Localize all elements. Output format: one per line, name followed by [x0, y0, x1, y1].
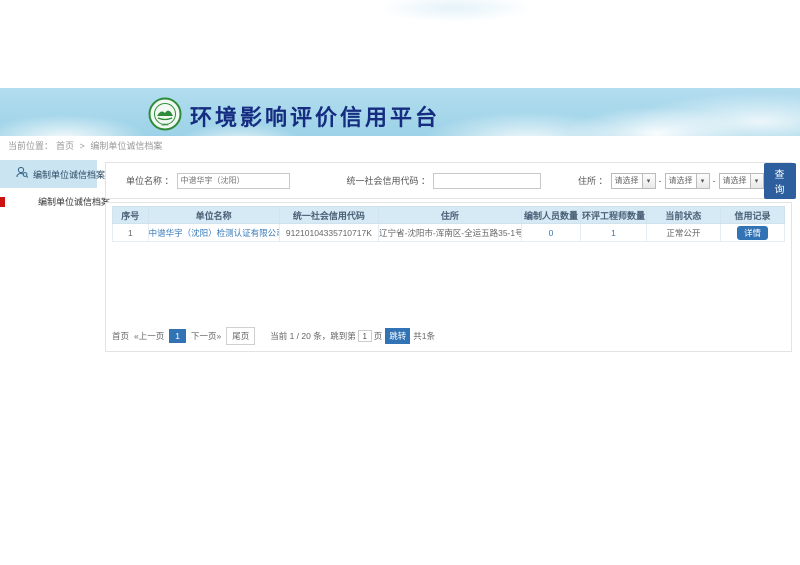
results-table: 序号 单位名称 统一社会信用代码 住所 编制人员数量 环评工程师数量 当前状态 …: [112, 206, 785, 242]
sidebar-item-archives[interactable]: 编制单位诚信档案: [0, 188, 97, 215]
page-prev-button[interactable]: «上一页: [134, 330, 164, 342]
chevron-down-icon: ▾: [696, 174, 709, 188]
sidebar-section-label: 编制单位诚信档案: [33, 168, 105, 181]
page-next-button[interactable]: 下一页»: [191, 330, 221, 342]
person-search-icon: [16, 165, 28, 183]
breadcrumb-current: 编制单位诚信档案: [90, 141, 162, 151]
cell-address: 辽宁省-沈阳市-浑南区-全运五路35-1号楼902: [379, 224, 521, 242]
page-last-button[interactable]: 尾页: [226, 327, 255, 345]
page-current: 1: [169, 329, 186, 343]
col-staff-count: 编制人员数量: [521, 207, 581, 224]
province-select[interactable]: 请选择 ▾: [611, 173, 656, 189]
address-dash: -: [659, 176, 662, 186]
sidebar-item-label: 编制单位诚信档案: [38, 195, 110, 208]
top-whitespace: [0, 0, 800, 88]
city-select[interactable]: 请选择 ▾: [665, 173, 710, 189]
page-title: 环境影响评价信用平台: [190, 100, 440, 132]
address-label: 住所 ：: [578, 174, 608, 187]
credit-code-label: 统一社会信用代码 ：: [347, 174, 431, 187]
col-credit-code: 统一社会信用代码: [279, 207, 378, 224]
breadcrumb: 当前位置：首页 > 编制单位诚信档案: [8, 139, 165, 152]
city-select-value: 请选择: [666, 175, 696, 186]
total-count-label: 共1条: [413, 330, 435, 342]
cell-index: 1: [113, 224, 149, 242]
page-first-button[interactable]: 首页: [112, 330, 129, 342]
filter-panel: 单位名称 ： 统一社会信用代码 ： 住所 ： 请选择 ▾ - 请选择 ▾ - 请…: [105, 162, 792, 199]
district-select-value: 请选择: [720, 175, 750, 186]
engineer-count-link[interactable]: 1: [611, 228, 616, 238]
results-panel: 序号 单位名称 统一社会信用代码 住所 编制人员数量 环评工程师数量 当前状态 …: [105, 202, 792, 352]
page-go-button[interactable]: 跳转: [385, 328, 410, 344]
unit-name-link[interactable]: 中谱华宇（沈阳）检测认证有限公司: [149, 228, 280, 238]
page-jump-input[interactable]: [358, 330, 372, 342]
breadcrumb-prefix: 当前位置：: [8, 141, 53, 151]
breadcrumb-home-link[interactable]: 首页: [56, 141, 74, 151]
col-unit-name: 单位名称: [148, 207, 279, 224]
chevron-down-icon: ▾: [750, 174, 763, 188]
sidebar: 编制单位诚信档案 编制单位诚信档案: [0, 160, 97, 215]
mee-logo-icon: MEE: [148, 97, 182, 131]
page-info: 当前 1 / 20 条，跳到第: [270, 330, 356, 342]
breadcrumb-separator: >: [80, 141, 85, 151]
unit-name-input[interactable]: [177, 173, 290, 189]
search-button[interactable]: 查询: [764, 163, 796, 199]
col-address: 住所: [379, 207, 521, 224]
province-select-value: 请选择: [612, 175, 642, 186]
address-dash: -: [713, 176, 716, 186]
col-status: 当前状态: [646, 207, 721, 224]
sidebar-section-archives[interactable]: 编制单位诚信档案: [0, 160, 97, 188]
cell-status: 正常公开: [646, 224, 721, 242]
col-credit-record: 信用记录: [721, 207, 785, 224]
table-header-row: 序号 单位名称 统一社会信用代码 住所 编制人员数量 环评工程师数量 当前状态 …: [113, 207, 785, 224]
unit-name-label: 单位名称 ：: [126, 174, 174, 187]
col-index: 序号: [113, 207, 149, 224]
detail-button[interactable]: 详情: [737, 226, 768, 240]
pagination: 首页 «上一页 1 下一页» 尾页 当前 1 / 20 条，跳到第 页 跳转 共…: [112, 327, 785, 345]
staff-count-link[interactable]: 0: [549, 228, 554, 238]
svg-text:MEE: MEE: [161, 123, 169, 127]
cell-credit-code: 91210104335710717K: [279, 224, 378, 242]
page: MEE 环境影响评价信用平台 当前位置：首页 > 编制单位诚信档案 编制单位诚信…: [0, 0, 800, 565]
table-row: 1 中谱华宇（沈阳）检测认证有限公司 91210104335710717K 辽宁…: [113, 224, 785, 242]
credit-code-input[interactable]: [433, 173, 541, 189]
chevron-down-icon: ▾: [642, 174, 655, 188]
district-select[interactable]: 请选择 ▾: [719, 173, 764, 189]
col-engineer-count: 环评工程师数量: [581, 207, 646, 224]
page-unit-label: 页: [374, 330, 383, 342]
active-marker: [0, 197, 5, 207]
